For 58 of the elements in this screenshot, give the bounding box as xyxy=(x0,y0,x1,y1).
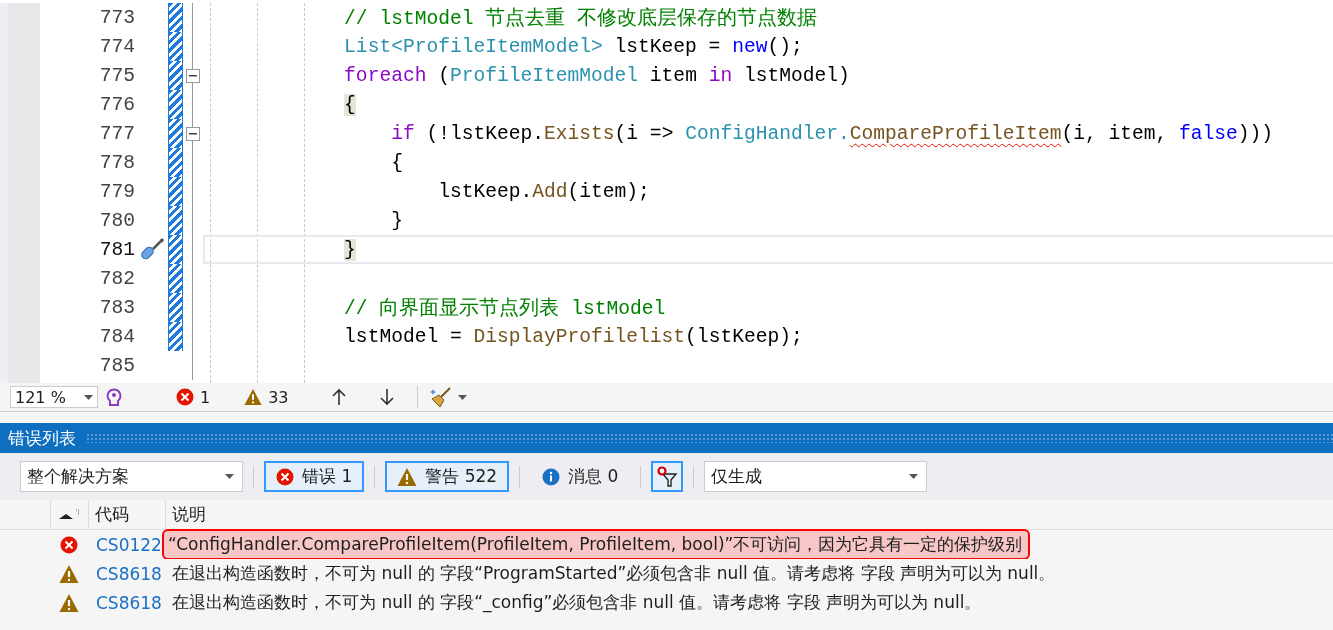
filter-button[interactable] xyxy=(651,461,684,492)
line-number: 784 xyxy=(98,325,135,348)
collapse-icon[interactable] xyxy=(186,68,200,83)
caret-icon xyxy=(909,474,919,479)
line-number: 777 xyxy=(98,122,135,145)
line-number: 782 xyxy=(98,267,135,290)
error-code-link[interactable]: CS8618 xyxy=(96,563,166,584)
warning-icon xyxy=(59,563,79,584)
caret-icon xyxy=(84,394,93,400)
source-dropdown[interactable]: 仅生成 xyxy=(704,461,928,492)
filter-toggle[interactable]: 错误 1 xyxy=(264,461,365,492)
panel-title: 错误列表 xyxy=(8,426,76,450)
filter-toggle[interactable]: 消息 0 xyxy=(530,461,631,492)
line-number: 774 xyxy=(98,35,135,58)
warning-icon xyxy=(244,388,263,406)
broom-icon[interactable] xyxy=(429,386,452,408)
error-code-link[interactable]: CS8618 xyxy=(96,592,166,613)
line-number: 773 xyxy=(98,6,135,29)
code-line: lstModel = DisplayProfilelist(lstKeep); xyxy=(344,325,803,348)
code-line: foreach (ProfileItemModel item in lstModel) xyxy=(344,64,850,87)
error-description: “ConfigHandler.CompareProfileItem(ProfileItem, ProfileItem, bool)”不可访问，因为它具有一定的保护级别 xyxy=(162,529,1031,560)
column-header[interactable]: 代码 xyxy=(95,503,129,526)
line-number: 778 xyxy=(98,151,135,174)
info-icon xyxy=(542,467,561,486)
code-line: if (!lstKeep.Exists(i => ConfigHandler.CompareProfileItem(i, item, false))) xyxy=(391,122,1274,145)
caret-icon xyxy=(225,474,234,479)
error-icon xyxy=(276,467,294,486)
caret-icon xyxy=(457,394,467,400)
filter-toggle[interactable]: 警告 522 xyxy=(385,461,510,492)
warning-icon xyxy=(59,592,79,613)
error-icon xyxy=(176,388,194,406)
error-icon xyxy=(60,535,78,554)
head-icon[interactable] xyxy=(104,387,124,407)
warning-count: 33 xyxy=(268,387,289,407)
code-line: } xyxy=(391,209,403,232)
up-arrow-icon[interactable] xyxy=(330,388,347,406)
down-arrow-icon[interactable] xyxy=(378,388,395,406)
warning-icon xyxy=(397,466,418,487)
code-line: List<ProfileItemModel> lstKeep = new(); xyxy=(344,35,803,58)
code-line: lstKeep.Add(item); xyxy=(438,180,650,203)
line-number: 780 xyxy=(98,209,135,232)
line-number: 781 xyxy=(98,238,135,261)
code-comment: // lstModel 节点去重 不修改底层保存的节点数据 xyxy=(344,6,817,31)
collapse-icon[interactable] xyxy=(186,126,200,141)
sort-icon[interactable] xyxy=(57,508,81,521)
line-number: 776 xyxy=(98,93,135,116)
error-description: 在退出构造函数时，不可为 null 的 字段“ProgramStarted”必须包含非 null 值。请考虑将 字段 声明为可以为 null。 xyxy=(171,562,1057,585)
line-number: 775 xyxy=(98,64,135,87)
code-line: { xyxy=(391,151,403,174)
code-comment: // 向界面显示节点列表 lstModel xyxy=(344,296,666,321)
column-header[interactable]: 说明 xyxy=(172,503,206,526)
scope-dropdown[interactable]: 整个解决方案 xyxy=(20,461,243,492)
zoom-combo[interactable]: 121 % xyxy=(10,386,98,408)
line-number: 779 xyxy=(98,180,135,203)
line-number: 785 xyxy=(98,354,135,377)
error-count: 1 xyxy=(200,387,211,407)
error-description: 在退出构造函数时，不可为 null 的 字段“_config”必须包含非 null 值。请考虑将 字段 声明为可以为 null。 xyxy=(171,591,983,615)
line-number: 783 xyxy=(98,296,135,319)
